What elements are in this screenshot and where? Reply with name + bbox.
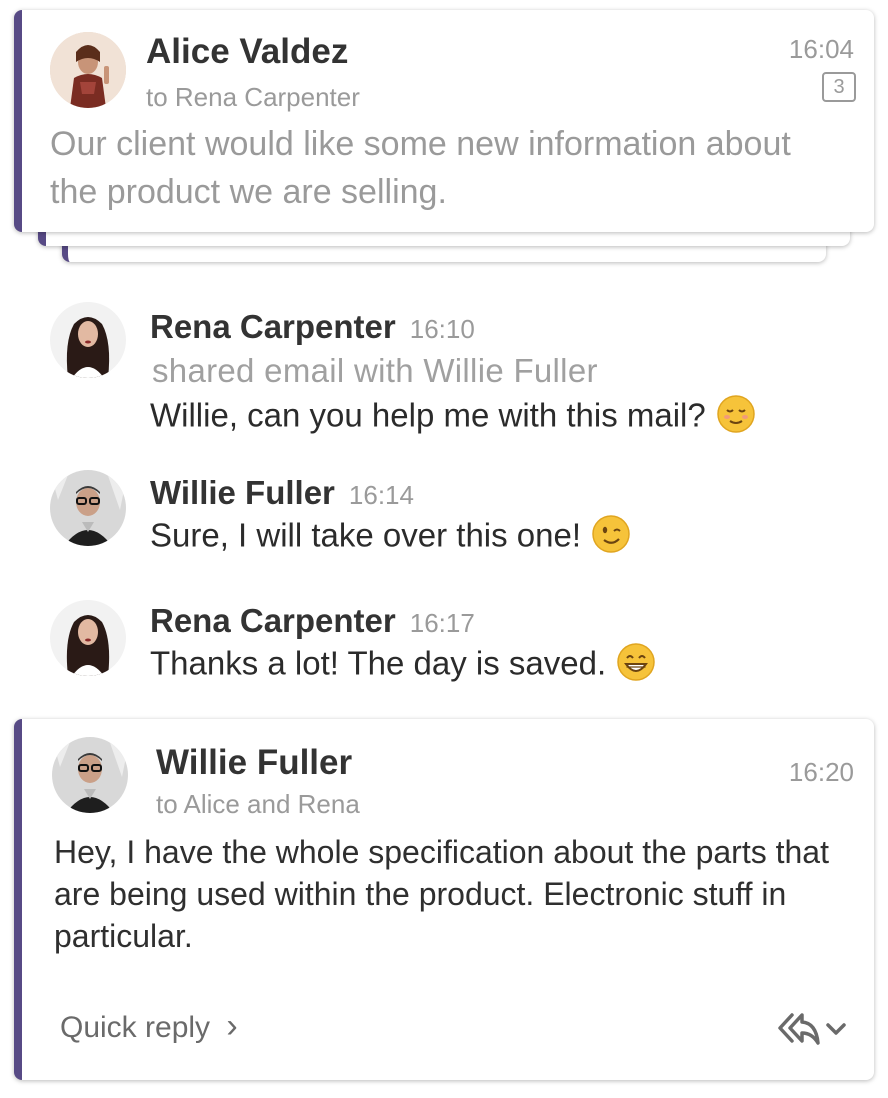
- email-card-alice[interactable]: Alice Valdez to Rena Carpenter 16:04 3 O…: [14, 10, 874, 232]
- thread-count-badge: 3: [822, 72, 856, 102]
- email-time: 16:04: [788, 34, 854, 64]
- message-text: Willie, can you help me with this mail?: [150, 396, 706, 434]
- avatar-willie: [50, 470, 126, 546]
- sender-name: Rena Carpenter: [150, 602, 396, 639]
- message-text-row: Thanks a lot! The day is saved.: [150, 642, 656, 690]
- quick-reply-label: Quick reply: [60, 1011, 211, 1044]
- message-sender: Rena Carpenter 16:17: [150, 602, 475, 640]
- email-card-willie[interactable]: Willie Fuller to Alice and Rena 16:20 He…: [14, 719, 874, 1080]
- sender-name: Alice Valdez: [146, 32, 349, 71]
- chat-message: Rena Carpenter 16:17 Thanks a lot! The da…: [50, 600, 880, 690]
- message-text: Thanks a lot! The day is saved.: [150, 644, 607, 682]
- message-time: 16:17: [409, 608, 475, 638]
- email-time: 16:20: [788, 757, 854, 787]
- message-sender: Rena Carpenter 16:10: [150, 308, 475, 346]
- message-time: 16:14: [348, 480, 414, 510]
- message-time: 16:10: [409, 314, 475, 344]
- chevron-right-icon: ›: [226, 1007, 238, 1045]
- relieved-face-emoji: [716, 394, 756, 442]
- sender-name: Willie Fuller: [156, 743, 353, 782]
- quick-reply-button[interactable]: Quick reply ›: [60, 1007, 238, 1046]
- chat-message: Willie Fuller 16:14 Sure, I will take ove…: [50, 470, 880, 560]
- share-action-line: shared email with Willie Fuller: [152, 352, 598, 389]
- avatar-willie: [52, 737, 128, 813]
- chevron-down-icon: [826, 1023, 846, 1035]
- winking-face-emoji: [591, 514, 631, 562]
- recipient-line: to Rena Carpenter: [146, 82, 360, 112]
- avatar-alice: [50, 32, 126, 108]
- recipient-line: to Alice and Rena: [156, 789, 360, 819]
- message-text-row: Willie, can you help me with this mail?: [150, 394, 756, 442]
- email-preview: Our client would like some new informati…: [50, 125, 791, 211]
- grinning-face-emoji: [616, 642, 656, 690]
- reply-all-menu[interactable]: [776, 1009, 848, 1054]
- chat-message: Rena Carpenter 16:10 shared email with Wi…: [50, 302, 880, 434]
- email-body: Hey, I have the whole specification abou…: [54, 834, 829, 954]
- sender-name: Rena Carpenter: [150, 308, 396, 345]
- reply-all-icon: [778, 1013, 846, 1045]
- sender-name: Willie Fuller: [150, 474, 335, 511]
- message-sender: Willie Fuller 16:14: [150, 474, 414, 512]
- avatar-rena: [50, 600, 126, 676]
- message-text: Sure, I will take over this one!: [150, 516, 582, 554]
- message-text-row: Sure, I will take over this one!: [150, 514, 631, 562]
- avatar-rena: [50, 302, 126, 378]
